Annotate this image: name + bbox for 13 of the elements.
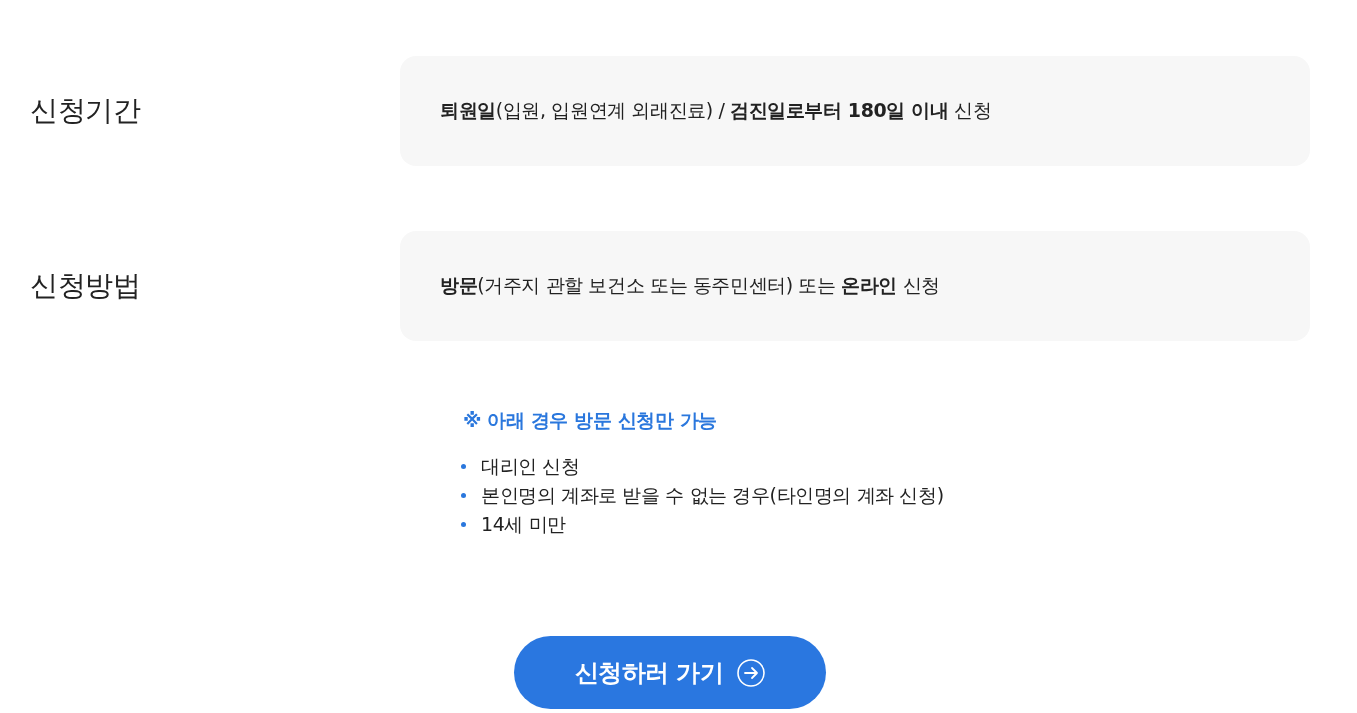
notice-item: 본인명의 계좌로 받을 수 없는 경우(타인명의 계좌 신청)	[481, 482, 944, 508]
notice-item: 대리인 신청	[481, 453, 580, 479]
notice-item: 14세 미만	[481, 511, 566, 537]
bullet-dot-icon	[461, 493, 466, 498]
info-text: 퇴원일(입원, 입원연계 외래진료) / 검진일로부터 180일 이내 신청	[440, 98, 992, 123]
notice-title: ※ 아래 경우 방문 신청만 가능	[463, 408, 718, 433]
row-label: 신청방법	[30, 269, 140, 302]
arrow-circle-icon	[737, 658, 766, 687]
info-text: 방문(거주지 관할 보건소 또는 동주민센터) 또는 온라인 신청	[440, 273, 940, 298]
apply-button[interactable]: 신청하러 가기	[514, 636, 826, 709]
bullet-dot-icon	[461, 522, 466, 527]
bullet-dot-icon	[461, 464, 466, 469]
row-label: 신청기간	[30, 94, 140, 127]
